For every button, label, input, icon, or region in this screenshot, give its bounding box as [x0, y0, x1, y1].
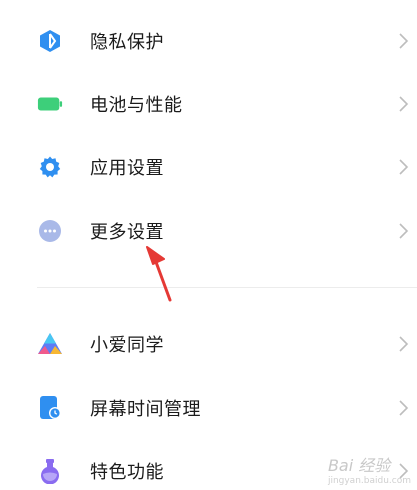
more-dots-icon — [37, 218, 63, 244]
screen-time-icon — [37, 395, 63, 421]
feature-flask-icon — [37, 458, 63, 484]
chevron-right-icon — [399, 336, 409, 352]
settings-list: 隐私保护 电池与性能 应用设置 更多设置 小爱同学 屏幕时间管理 特色功能 — [0, 0, 417, 490]
xiaoai-icon — [37, 331, 63, 357]
settings-item-label: 电池与性能 — [90, 95, 183, 116]
settings-item-label: 小爱同学 — [90, 335, 164, 356]
gear-icon — [37, 154, 63, 180]
settings-item-app-settings[interactable]: 应用设置 — [0, 139, 417, 195]
chevron-right-icon — [399, 159, 409, 175]
watermark-text: Bai 经验 — [327, 456, 391, 475]
settings-item-label: 屏幕时间管理 — [90, 399, 201, 420]
section-divider — [37, 287, 417, 288]
settings-item-label: 特色功能 — [90, 462, 164, 483]
chevron-right-icon — [399, 223, 409, 239]
settings-item-xiaoai[interactable]: 小爱同学 — [0, 316, 417, 372]
chevron-right-icon — [399, 33, 409, 49]
watermark-url: jingyan.baidu.com — [327, 476, 411, 486]
settings-item-more-settings[interactable]: 更多设置 — [0, 203, 417, 259]
settings-item-privacy[interactable]: 隐私保护 — [0, 13, 417, 69]
chevron-right-icon — [399, 96, 409, 112]
settings-item-label: 更多设置 — [90, 222, 164, 243]
watermark: Bai 经验 jingyan.baidu.com — [328, 452, 411, 486]
chevron-right-icon — [399, 400, 409, 416]
settings-item-label: 隐私保护 — [90, 32, 164, 53]
settings-item-label: 应用设置 — [90, 158, 164, 179]
battery-icon — [37, 91, 63, 117]
privacy-shield-icon — [37, 28, 63, 54]
settings-item-battery[interactable]: 电池与性能 — [0, 76, 417, 132]
settings-item-screen-time[interactable]: 屏幕时间管理 — [0, 380, 417, 436]
